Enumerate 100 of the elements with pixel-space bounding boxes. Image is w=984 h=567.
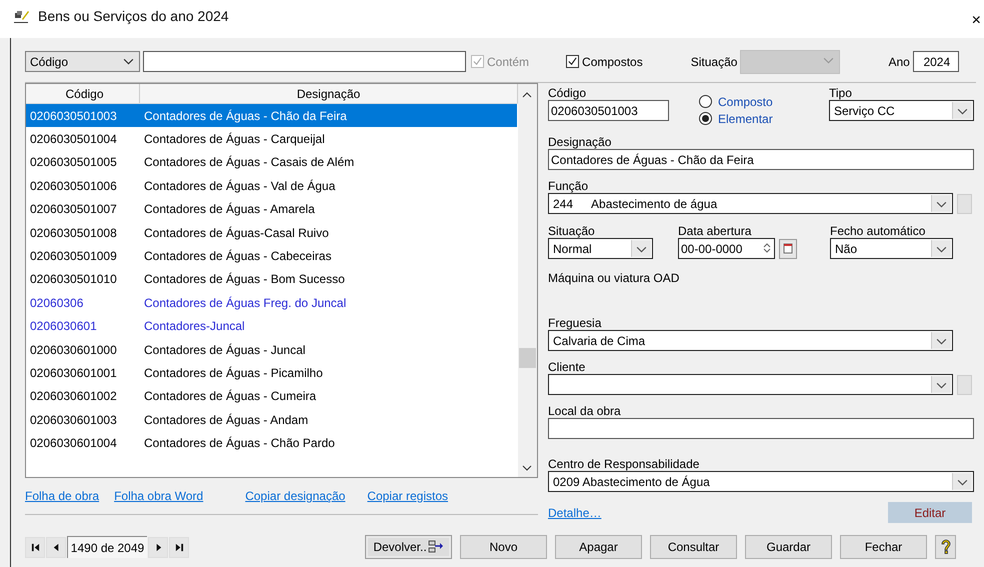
type-dropdown[interactable]: Serviço CC bbox=[829, 100, 974, 121]
link[interactable]: Copiar designação bbox=[245, 489, 346, 503]
nature-radio[interactable]: Elementar bbox=[699, 111, 773, 126]
code-cell-text: 0206030601000 bbox=[29, 342, 118, 357]
previous-record-button[interactable] bbox=[46, 536, 66, 558]
chevron-icon bbox=[936, 382, 947, 389]
machine-label: Máquina ou viatura OAD bbox=[548, 271, 680, 285]
window-title: Bens ou Serviços do ano 2024 bbox=[38, 8, 229, 24]
site-label: Local da obra bbox=[548, 404, 621, 418]
opening-date-label: Data abertura bbox=[678, 224, 752, 238]
function-label: Função bbox=[548, 179, 588, 193]
first-icon bbox=[30, 542, 40, 552]
first-record-button[interactable] bbox=[25, 536, 45, 558]
nature-radio[interactable]: Composto bbox=[699, 94, 773, 109]
detail-link[interactable]: Detalhe… bbox=[548, 506, 602, 520]
calendar-icon[interactable] bbox=[779, 238, 797, 258]
table-row[interactable]: 0206030501009 Contadores de Águas - Cabeceiras bbox=[26, 244, 517, 268]
code-field[interactable]: 0206030501003 bbox=[548, 100, 669, 121]
table-row[interactable]: 0206030601003 Contadores de Águas - Andam bbox=[26, 408, 517, 432]
code-cell-text: 0206030601004 bbox=[29, 436, 118, 450]
action-button[interactable]: Apagar bbox=[555, 535, 642, 559]
spinner-icon[interactable] bbox=[763, 242, 771, 254]
designation-cell-text: Contadores de Águas - Casais de Além bbox=[143, 155, 356, 170]
table-row[interactable]: 0206030601 Contadores-Juncal bbox=[26, 314, 517, 338]
auto-close-dropdown[interactable]: Não bbox=[830, 238, 953, 259]
chevron-icon bbox=[123, 58, 134, 65]
code-cell-text: 0206030601003 bbox=[29, 412, 118, 427]
type-label: Tipo bbox=[829, 86, 853, 100]
table-row[interactable]: 0206030501004 Contadores de Águas - Carqueijal bbox=[26, 127, 517, 151]
situation-label: Situação bbox=[548, 224, 596, 238]
help-icon bbox=[940, 539, 952, 555]
table-row[interactable]: 0206030601001 Contadores de Águas - Picamilho bbox=[26, 361, 517, 385]
designation-label: Designação bbox=[548, 135, 612, 149]
link[interactable]: Copiar registos bbox=[367, 489, 448, 503]
link[interactable]: Folha de obra bbox=[25, 489, 100, 503]
last-record-button[interactable] bbox=[169, 536, 189, 558]
table-row[interactable]: 0206030501006 Contadores de Águas - Val de Água bbox=[26, 174, 517, 198]
table-row[interactable]: 02060306 Contadores de Águas Freg. do Juncal bbox=[26, 291, 517, 315]
designation-cell-text: Contadores de Águas - Carqueijal bbox=[143, 132, 326, 146]
auto-close-label: Fecho automático bbox=[830, 224, 926, 238]
check-icon bbox=[472, 56, 483, 67]
table-row[interactable]: 0206030601000 Contadores de Águas - Juncal bbox=[26, 338, 517, 362]
chevron-icon bbox=[936, 338, 947, 345]
scroll-thumb[interactable] bbox=[519, 348, 536, 368]
responsibility-dropdown[interactable]: 0209 Abastecimento de Água bbox=[548, 471, 974, 492]
scroll-up-icon[interactable] bbox=[522, 92, 532, 98]
code-cell-text: 0206030501004 bbox=[29, 132, 118, 146]
situation-dropdown[interactable]: Normal bbox=[548, 238, 653, 259]
search-field[interactable] bbox=[143, 51, 466, 72]
table-row[interactable]: 0206030501010 Contadores de Águas - Bom Sucesso bbox=[26, 268, 517, 292]
help-button[interactable] bbox=[935, 535, 956, 559]
code-cell-text: 02060306 bbox=[29, 296, 84, 310]
app-icon bbox=[14, 10, 30, 24]
column-header[interactable]: Código bbox=[26, 84, 140, 103]
designation-cell-text: Contadores de Águas - Andam bbox=[143, 412, 310, 427]
action-button[interactable]: Fechar bbox=[840, 535, 927, 559]
edit-button[interactable]: Editar bbox=[888, 502, 972, 523]
action-button[interactable]: Consultar bbox=[650, 535, 737, 559]
designation-cell-text: Contadores de Águas - Val de Água bbox=[143, 178, 336, 193]
left-triangle-icon bbox=[52, 542, 60, 552]
hierarchy-arrow-icon bbox=[428, 540, 444, 554]
close-button[interactable]: × bbox=[972, 12, 981, 30]
chevron-icon bbox=[636, 246, 647, 253]
function-dropdown[interactable]: 244 Abastecimento de água bbox=[548, 193, 953, 214]
next-record-button[interactable] bbox=[148, 536, 168, 558]
table-row[interactable]: 0206030501003 Contadores de Águas - Chão da Feira bbox=[26, 104, 517, 128]
designation-field[interactable]: Contadores de Águas - Chão da Feira bbox=[548, 149, 974, 170]
parish-label: Freguesia bbox=[548, 316, 602, 330]
chevron-icon bbox=[823, 56, 834, 64]
code-cell-text: 0206030501006 bbox=[29, 178, 118, 193]
designation-cell-text: Contadores de Águas - Picamilho bbox=[143, 366, 324, 380]
table-row[interactable]: 0206030501005 Contadores de Águas - Casais de Além bbox=[26, 150, 517, 174]
designation-cell-text: Contadores de Águas - Cabeceiras bbox=[143, 249, 332, 264]
designation-cell-text: Contadores de Águas-Casal Ruivo bbox=[143, 226, 330, 240]
code-cell-text: 0206030501008 bbox=[29, 226, 118, 240]
record-position: 1490 de 2049 bbox=[67, 536, 147, 558]
table-row[interactable]: 0206030601002 Contadores de Águas - Cumeira bbox=[26, 384, 517, 408]
parish-dropdown[interactable]: Calvaria de Cima bbox=[548, 330, 953, 351]
date-field[interactable]: 00-00-0000 bbox=[678, 238, 775, 259]
site-field[interactable] bbox=[548, 418, 974, 439]
link[interactable]: Folha obra Word bbox=[114, 489, 204, 503]
designation-cell-text: Contadores de Águas - Cumeira bbox=[143, 389, 318, 404]
table-row[interactable]: 0206030501007 Contadores de Águas - Amarela bbox=[26, 198, 517, 221]
code-cell-text: 0206030501005 bbox=[29, 155, 118, 170]
code-label: Código bbox=[548, 86, 588, 100]
scrollbar[interactable] bbox=[518, 84, 537, 477]
year-field[interactable]: 2024 bbox=[912, 51, 959, 72]
code-cell-text: 0206030601 bbox=[29, 319, 98, 334]
table-row[interactable]: 0206030501008 Contadores de Águas-Casal Ruivo bbox=[26, 220, 517, 244]
designation-cell-text: Contadores de Águas - Chão da Feira bbox=[143, 108, 348, 123]
scroll-down-icon[interactable] bbox=[522, 465, 532, 471]
field-dropdown[interactable]: Código bbox=[25, 51, 140, 72]
table-row[interactable]: 0206030601004 Contadores de Águas - Chão Pardo bbox=[26, 431, 517, 455]
return-button[interactable]: Devolver.. bbox=[365, 535, 452, 559]
action-button[interactable]: Novo bbox=[460, 535, 547, 559]
designation-cell-text: Contadores de Águas - Juncal bbox=[143, 342, 306, 357]
action-button[interactable]: Guardar bbox=[745, 535, 832, 559]
client-dropdown[interactable] bbox=[548, 374, 953, 395]
designation-cell-text: Contadores-Juncal bbox=[143, 319, 246, 334]
composites-checkbox[interactable]: Compostos bbox=[566, 54, 643, 68]
